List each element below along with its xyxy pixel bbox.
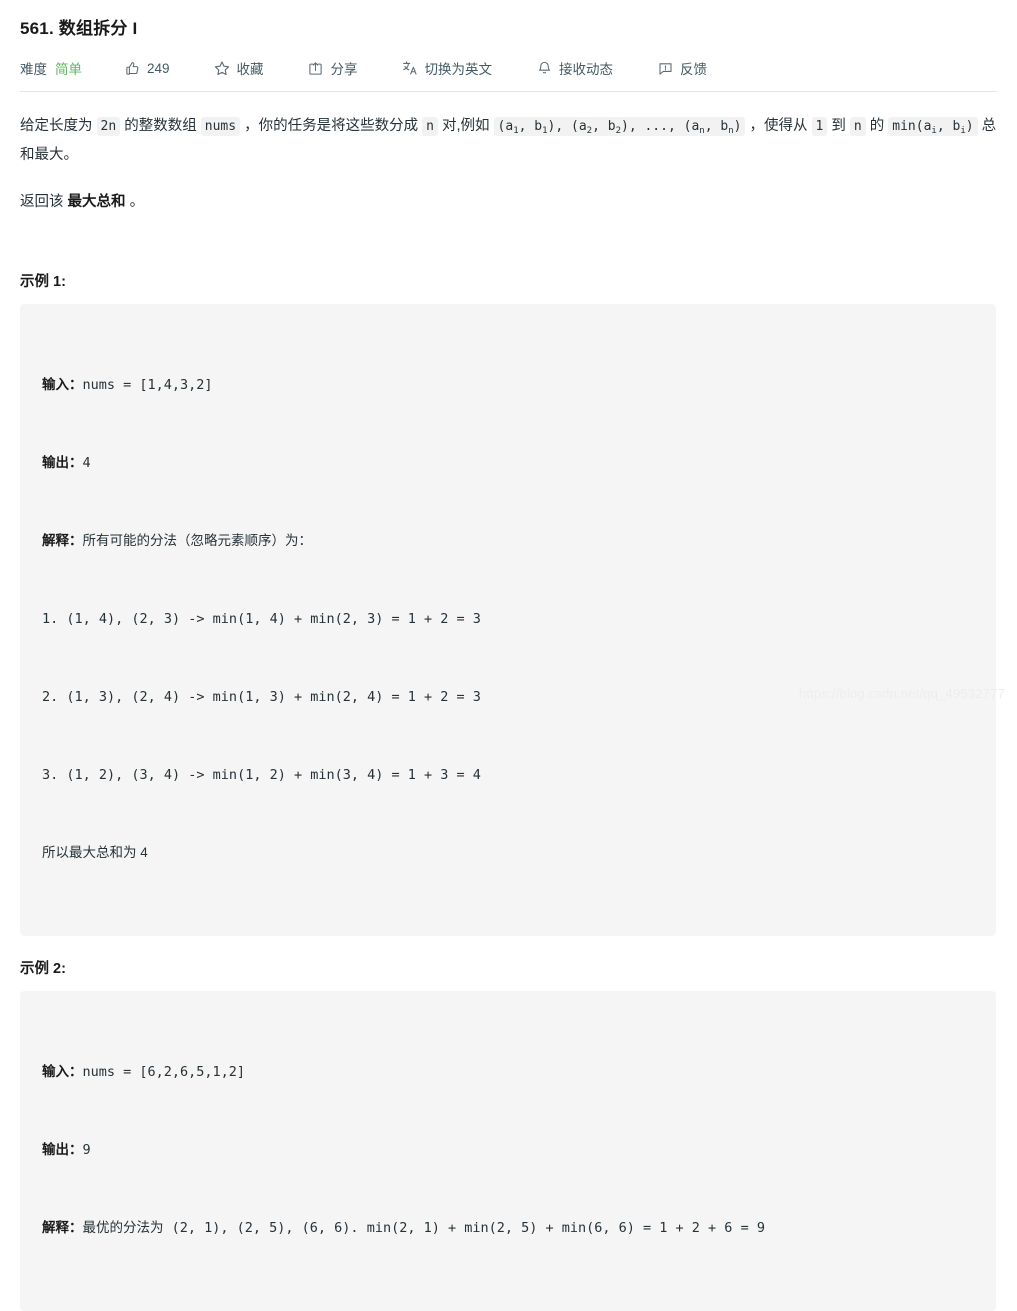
problem-description-paragraph-2: 返回该 最大总和 。 bbox=[20, 169, 997, 215]
star-icon bbox=[214, 60, 230, 76]
output-label: 输出： bbox=[42, 455, 83, 470]
inline-code-n2: n bbox=[849, 117, 866, 136]
inline-code-n: n bbox=[422, 117, 438, 136]
output-value: 9 bbox=[82, 1142, 91, 1158]
difficulty-value: 简单 bbox=[55, 62, 82, 77]
example-1-input-line: 输入：nums = [1,4,3,2] bbox=[42, 372, 974, 398]
desc-text: 例如 bbox=[460, 118, 490, 134]
thumbs-up-icon bbox=[124, 60, 140, 76]
like-button[interactable]: 249 bbox=[124, 60, 170, 76]
desc-text: 到 bbox=[831, 118, 846, 134]
explain-value: 最优的分法为 (2, 1), (2, 5), (6, 6). min(2, 1)… bbox=[82, 1220, 765, 1236]
difficulty-badge: 难度 简单 bbox=[20, 58, 82, 78]
desc-emphasis: 最大总和 bbox=[67, 194, 126, 210]
example-1-detail-line: 1. (1, 4), (2, 3) -> min(1, 4) + min(2, … bbox=[42, 611, 481, 627]
desc-text: 给定长度为 bbox=[20, 118, 93, 134]
favorite-label: 收藏 bbox=[236, 62, 264, 77]
desc-text: 。 bbox=[129, 194, 145, 210]
translate-button[interactable]: 切换为英文 bbox=[402, 58, 493, 78]
favorite-button[interactable]: 收藏 bbox=[214, 58, 264, 78]
inline-code-pairs: (a1, b1), (a2, b2), ..., (an, bn) bbox=[493, 117, 746, 136]
explain-label: 解释： bbox=[42, 1220, 83, 1235]
feedback-button[interactable]: 反馈 bbox=[657, 58, 707, 78]
subscribe-label: 接收动态 bbox=[559, 62, 614, 77]
example-1-codeblock: 输入：nums = [1,4,3,2] 输出：4 解释：所有可能的分法（忽略元素… bbox=[20, 304, 996, 936]
inline-code-2n: 2n bbox=[96, 117, 121, 136]
inline-code-one: 1 bbox=[811, 117, 828, 136]
example-2-output-line: 输出：9 bbox=[42, 1137, 974, 1163]
share-label: 分享 bbox=[330, 62, 358, 77]
difficulty-label: 难度 bbox=[20, 62, 47, 77]
example-1-explain-line: 解释：所有可能的分法（忽略元素顺序）为： bbox=[42, 528, 974, 554]
desc-text: 的整数数组 bbox=[124, 118, 197, 134]
example-1-footer-line: 所以最大总和为 4 bbox=[42, 845, 148, 860]
explain-label: 解释： bbox=[42, 533, 83, 548]
desc-text: 的 bbox=[869, 118, 885, 134]
desc-text: 对, bbox=[441, 118, 461, 134]
subscribe-button[interactable]: 接收动态 bbox=[536, 58, 613, 78]
watermark: https://blog.csdn.net/qq_49532777 bbox=[798, 686, 1005, 701]
action-toolbar: 难度 简单 249 收藏 分享 切换为英文 接收动态 反馈 bbox=[20, 51, 997, 85]
explain-value: 所有可能的分法（忽略元素顺序）为： bbox=[82, 533, 313, 548]
output-value: 4 bbox=[82, 455, 91, 471]
input-label: 输入： bbox=[42, 1064, 83, 1079]
example-1-heading: 示例 1: bbox=[20, 274, 66, 290]
feedback-label: 反馈 bbox=[680, 62, 708, 77]
example-2-explain-line: 解释：最优的分法为 (2, 1), (2, 5), (6, 6). min(2,… bbox=[42, 1215, 974, 1241]
page-title: 561. 数组拆分 I bbox=[20, 19, 138, 38]
desc-text: 返回该 bbox=[20, 194, 64, 210]
like-count: 249 bbox=[147, 60, 170, 76]
example-2-heading: 示例 2: bbox=[20, 961, 66, 977]
translate-icon bbox=[402, 60, 418, 76]
example-1-detail-line: 3. (1, 2), (3, 4) -> min(1, 2) + min(3, … bbox=[42, 767, 481, 783]
translate-label: 切换为英文 bbox=[424, 62, 493, 77]
problem-page: 561. 数组拆分 I 难度 简单 249 收藏 分享 切换为英文 接收动态 反… bbox=[0, 0, 1017, 1311]
problem-description-paragraph-1: 给定长度为 2n 的整数数组 nums ，你的任务是将这些数分成 n 对,例如 … bbox=[20, 92, 997, 169]
desc-text: ，你的任务是将这些数分成 bbox=[244, 118, 419, 134]
output-label: 输出： bbox=[42, 1142, 83, 1157]
example-2-input-line: 输入：nums = [6,2,6,5,1,2] bbox=[42, 1059, 974, 1085]
example-1-output-line: 输出：4 bbox=[42, 450, 974, 476]
input-value: nums = [6,2,6,5,1,2] bbox=[82, 1064, 246, 1080]
share-icon bbox=[308, 60, 324, 76]
desc-text: ，使得从 bbox=[749, 118, 808, 134]
bell-icon bbox=[536, 60, 552, 76]
inline-code-min: min(ai, bi) bbox=[888, 117, 978, 136]
inline-code-nums: nums bbox=[200, 117, 241, 136]
input-value: nums = [1,4,3,2] bbox=[82, 377, 213, 393]
example-2-codeblock: 输入：nums = [6,2,6,5,1,2] 输出：9 解释：最优的分法为 (… bbox=[20, 991, 996, 1311]
input-label: 输入： bbox=[42, 377, 83, 392]
comment-icon bbox=[657, 60, 673, 76]
share-button[interactable]: 分享 bbox=[308, 58, 358, 78]
